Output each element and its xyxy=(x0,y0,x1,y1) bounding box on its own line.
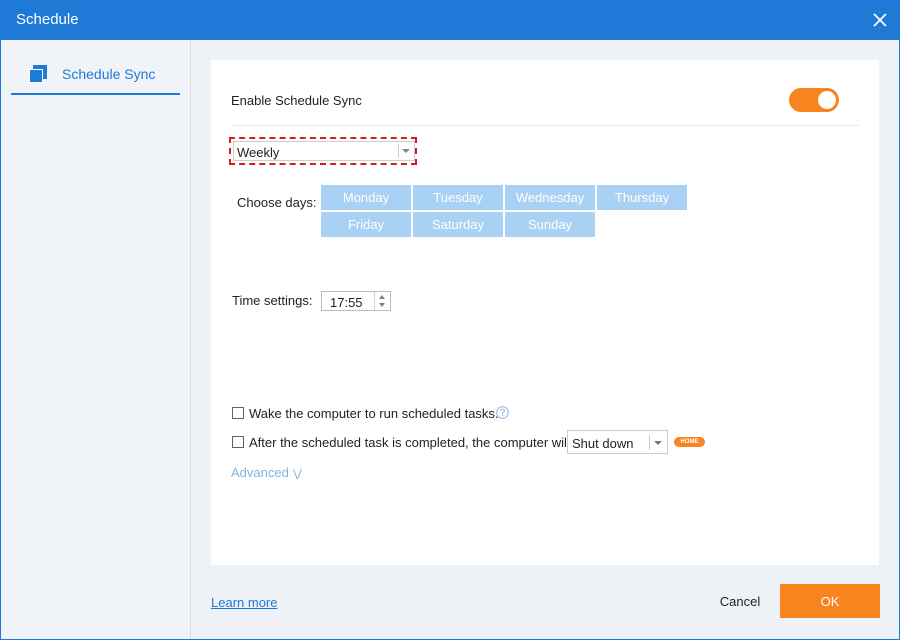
after-action-select[interactable]: Shut down xyxy=(567,430,668,454)
spin-down-icon xyxy=(379,303,385,307)
frequency-select[interactable]: Weekly xyxy=(233,141,415,161)
ok-button[interactable]: OK xyxy=(780,584,880,618)
sidebar-item-label: Schedule Sync xyxy=(62,66,156,82)
sidebar-item-schedule-sync[interactable]: Schedule Sync xyxy=(11,57,180,95)
day-button-sunday[interactable]: Sunday xyxy=(505,212,595,237)
spin-up-icon xyxy=(379,295,385,299)
after-task-checkbox[interactable] xyxy=(232,436,244,448)
title-bar: Schedule xyxy=(0,0,900,40)
cancel-button[interactable]: Cancel xyxy=(711,584,769,618)
enable-schedule-toggle[interactable] xyxy=(789,88,839,112)
select-separator xyxy=(649,435,650,450)
day-button-saturday[interactable]: Saturday xyxy=(413,212,503,237)
toggle-knob xyxy=(818,91,836,109)
time-settings-label: Time settings: xyxy=(232,293,313,308)
chevron-down-icon xyxy=(402,149,410,153)
sidebar: Schedule Sync xyxy=(1,40,191,639)
divider xyxy=(231,125,859,126)
schedule-panel: Enable Schedule Sync Weekly Choose days:… xyxy=(211,60,879,565)
time-spinner[interactable] xyxy=(374,292,390,310)
advanced-link[interactable]: Advanced ⋁ xyxy=(231,465,302,480)
learn-more-link[interactable]: Learn more xyxy=(211,595,277,610)
after-action-value: Shut down xyxy=(572,436,634,451)
choose-days-label: Choose days: xyxy=(237,195,317,210)
advanced-label: Advanced xyxy=(231,465,289,480)
day-button-thursday[interactable]: Thursday xyxy=(597,185,687,210)
day-button-friday[interactable]: Friday xyxy=(321,212,411,237)
wake-checkbox[interactable] xyxy=(232,407,244,419)
day-button-wednesday[interactable]: Wednesday xyxy=(505,185,595,210)
close-icon[interactable] xyxy=(868,8,892,32)
schedule-sync-icon xyxy=(29,65,47,83)
wake-label: Wake the computer to run scheduled tasks… xyxy=(249,406,499,421)
enable-schedule-label: Enable Schedule Sync xyxy=(231,93,362,108)
main-area: Enable Schedule Sync Weekly Choose days:… xyxy=(191,40,899,639)
time-value: 17:55 xyxy=(330,295,363,310)
window-body: Schedule Sync Enable Schedule Sync Weekl… xyxy=(0,40,900,640)
after-task-label: After the scheduled task is completed, t… xyxy=(249,435,570,450)
home-badge: HOME xyxy=(674,437,705,447)
day-button-monday[interactable]: Monday xyxy=(321,185,411,210)
chevron-down-icon xyxy=(654,441,662,445)
time-input[interactable]: 17:55 xyxy=(321,291,391,311)
window-title: Schedule xyxy=(16,11,79,28)
day-button-tuesday[interactable]: Tuesday xyxy=(413,185,503,210)
frequency-value: Weekly xyxy=(237,145,280,160)
double-chevron-down-icon: ⋁ xyxy=(292,468,302,480)
help-icon[interactable] xyxy=(496,406,509,419)
select-separator xyxy=(398,144,399,158)
